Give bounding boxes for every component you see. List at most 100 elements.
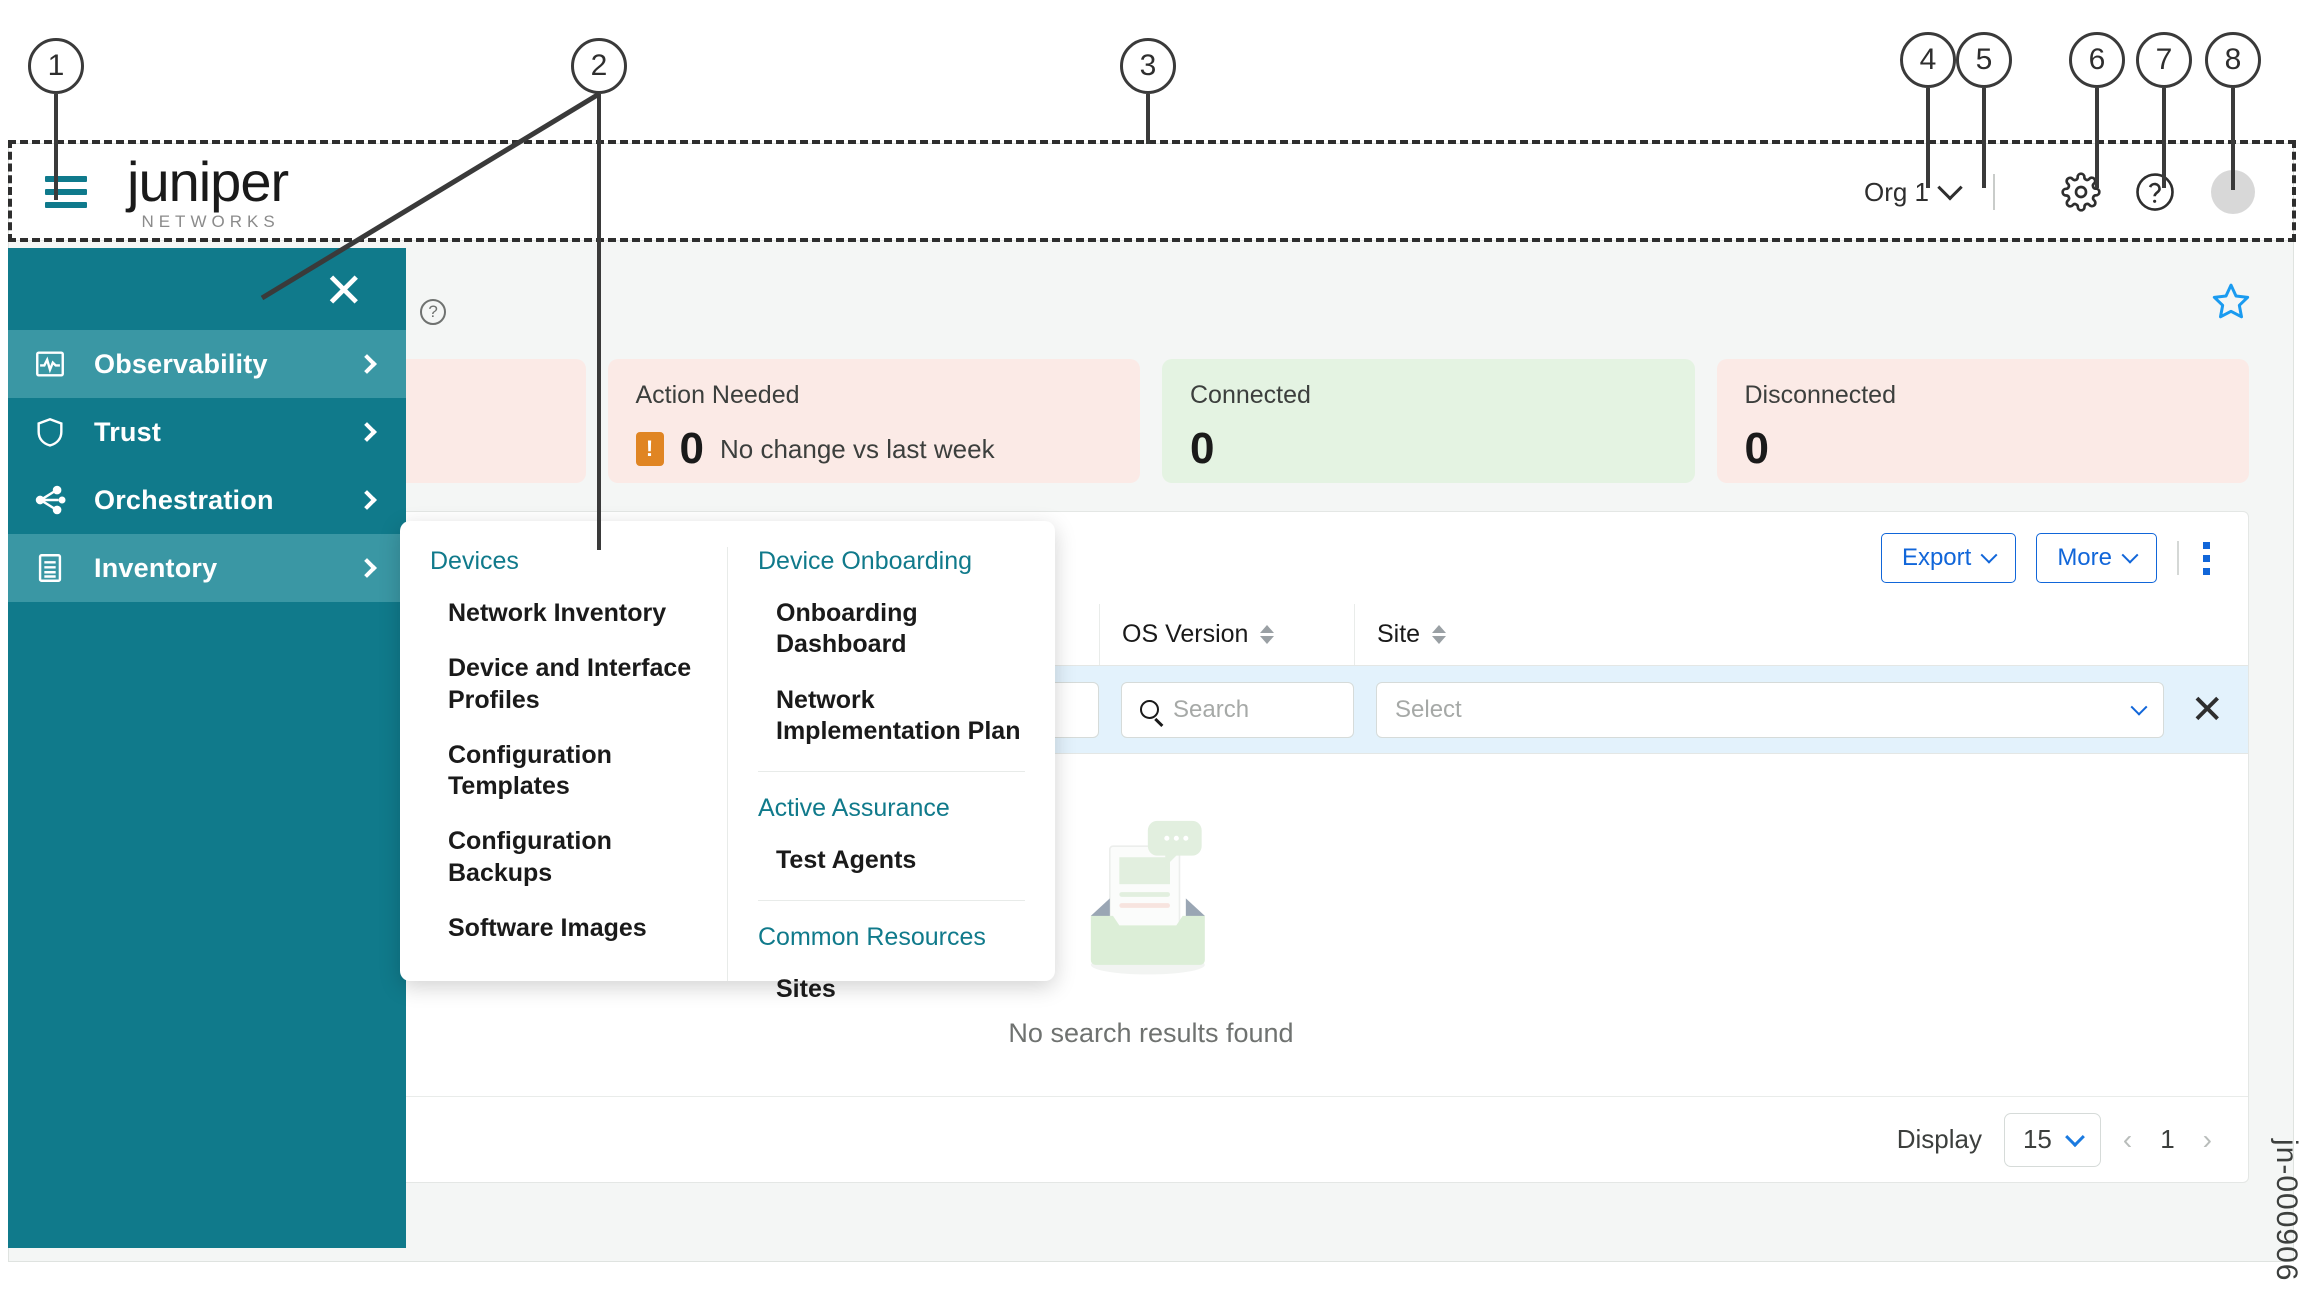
callout-leader-2b <box>597 94 601 550</box>
callout-leader-3 <box>1146 94 1150 144</box>
card-value: 0 <box>679 424 704 473</box>
flyout-item-configuration-backups[interactable]: Configuration Backups <box>448 826 697 889</box>
chevron-right-icon <box>357 558 377 578</box>
header-divider <box>1993 174 1995 210</box>
callout-number: 4 <box>1919 43 1937 76</box>
sidebar-item-label: Observability <box>94 348 268 379</box>
flyout-item-network-inventory[interactable]: Network Inventory <box>448 598 697 629</box>
chevron-right-icon[interactable]: › <box>2203 1124 2212 1156</box>
page-size-value: 15 <box>2022 1124 2052 1154</box>
callout-number: 1 <box>47 49 65 82</box>
callout-leader-6 <box>2095 88 2099 188</box>
chevron-down-icon <box>1937 175 1963 201</box>
card-value-row: 0 <box>1190 424 1667 474</box>
share-nodes-icon <box>32 482 68 518</box>
site-select[interactable]: Select <box>1376 681 2165 738</box>
vertical-dots-icon[interactable] <box>2199 538 2214 579</box>
select-placeholder: Select <box>1395 695 1462 723</box>
flyout-divider <box>758 900 1025 902</box>
question-circle-icon[interactable] <box>2133 170 2177 214</box>
page-size-select[interactable]: 15 <box>2003 1112 2101 1167</box>
flyout-column-onboarding: Device Onboarding Onboarding Dashboard N… <box>727 547 1055 1003</box>
flyout-group-heading-device-onboarding: Device Onboarding <box>758 547 973 575</box>
export-label: Export <box>1901 544 1972 571</box>
flyout-item-configuration-templates[interactable]: Configuration Templates <box>448 740 697 803</box>
more-label: More <box>2057 544 2112 571</box>
org-label: Org 1 <box>1863 176 1929 207</box>
callout-number: 8 <box>2224 43 2242 76</box>
flyout-group-heading-active-assurance: Active Assurance <box>758 794 950 822</box>
flyout-item-software-images[interactable]: Software Images <box>448 913 697 944</box>
chevron-left-icon[interactable]: ‹ <box>2123 1124 2132 1156</box>
empty-inbox-icon <box>1090 820 1205 975</box>
flyout-column-devices: Devices Network Inventory Device and Int… <box>400 547 727 981</box>
callout-4: 4 <box>1900 32 1956 88</box>
alert-badge-icon: ! <box>635 432 664 466</box>
callout-number: 7 <box>2155 43 2173 76</box>
sidebar-item-orchestration[interactable]: Orchestration <box>8 466 406 534</box>
stat-card-connected[interactable]: Connected 0 <box>1162 359 1695 483</box>
org-selector[interactable]: Org 1 <box>1863 175 1963 208</box>
callout-8: 8 <box>2205 32 2261 88</box>
card-delta: No change vs last week <box>719 433 995 464</box>
chevron-down-icon <box>2064 1126 2085 1147</box>
page-number: 1 <box>2160 1124 2175 1154</box>
stat-card-action-needed[interactable]: Action Needed ! 0 No change vs last week <box>607 359 1140 483</box>
callout-7: 7 <box>2136 32 2192 88</box>
flyout-item-sites[interactable]: Sites <box>776 974 1025 1005</box>
callout-number: 6 <box>2088 43 2106 76</box>
export-button[interactable]: Export <box>1880 533 2017 583</box>
flyout-group-heading: Devices <box>430 547 519 575</box>
more-button[interactable]: More <box>2036 533 2157 583</box>
toolbar-divider <box>2177 541 2179 575</box>
chevron-down-icon <box>2130 698 2148 716</box>
star-icon[interactable] <box>2211 281 2251 328</box>
navigation-drawer: ✕ Observability Trust Orchestration Inve… <box>8 248 406 1248</box>
sidebar-item-observability[interactable]: Observability <box>8 330 406 398</box>
column-label: OS Version <box>1122 620 1249 648</box>
shield-icon <box>32 414 68 450</box>
column-header-os-version[interactable]: OS Version <box>1099 604 1354 665</box>
card-label: Connected <box>1190 381 1311 409</box>
callout-leader-7 <box>2162 88 2166 188</box>
sort-icon[interactable] <box>1432 625 1447 644</box>
stat-card-disconnected[interactable]: Disconnected 0 <box>1716 359 2249 483</box>
flyout-item-network-implementation-plan[interactable]: Network Implementation Plan <box>776 685 1025 748</box>
search-input-os-version[interactable]: Search <box>1121 681 1354 738</box>
callout-leader-1 <box>54 94 58 200</box>
flyout-group-heading-common-resources: Common Resources <box>758 923 986 952</box>
chevron-down-icon <box>1980 546 1998 564</box>
callout-number: 2 <box>590 49 608 82</box>
card-value-row: 0 <box>1745 424 2222 474</box>
callout-leader-4 <box>1926 88 1930 188</box>
callout-2: 2 <box>571 38 627 94</box>
search-placeholder: Search <box>1173 695 1250 723</box>
column-header-site[interactable]: Site <box>1354 604 2248 665</box>
chevron-right-icon <box>357 422 377 442</box>
header-right-cluster: Org 1 <box>1864 170 2255 214</box>
flyout-item-test-agents[interactable]: Test Agents <box>776 845 1025 876</box>
card-label: Disconnected <box>1744 381 1896 409</box>
sidebar-item-label: Orchestration <box>94 484 274 515</box>
hamburger-icon[interactable] <box>45 176 87 208</box>
sort-icon[interactable] <box>1260 625 1275 644</box>
card-label: Action Needed <box>635 381 800 409</box>
callout-5: 5 <box>1956 32 2012 88</box>
inventory-flyout-menu: Devices Network Inventory Device and Int… <box>400 521 1055 1003</box>
card-value-row: ! 0 No change vs last week <box>635 424 1113 474</box>
list-document-icon <box>32 550 68 586</box>
close-icon[interactable]: ✕ <box>2190 690 2224 730</box>
watermark: jn-000906 <box>2270 1138 2303 1281</box>
pagination: ‹ 1 › <box>2123 1124 2212 1156</box>
sidebar-item-trust[interactable]: Trust <box>8 398 406 466</box>
flyout-item-onboarding-dashboard[interactable]: Onboarding Dashboard <box>776 598 1025 661</box>
column-label: Site <box>1377 620 1421 648</box>
callout-3: 3 <box>1120 38 1176 94</box>
flyout-item-device-and-interface-profiles[interactable]: Device and Interface Profiles <box>448 653 697 716</box>
sidebar-item-label: Trust <box>94 416 162 447</box>
sidebar-item-inventory[interactable]: Inventory <box>8 534 406 602</box>
chevron-right-icon <box>357 490 377 510</box>
empty-state-text: No search results found <box>1008 1018 1294 1048</box>
flyout-divider <box>758 771 1025 772</box>
card-value: 0 <box>1190 424 1215 473</box>
